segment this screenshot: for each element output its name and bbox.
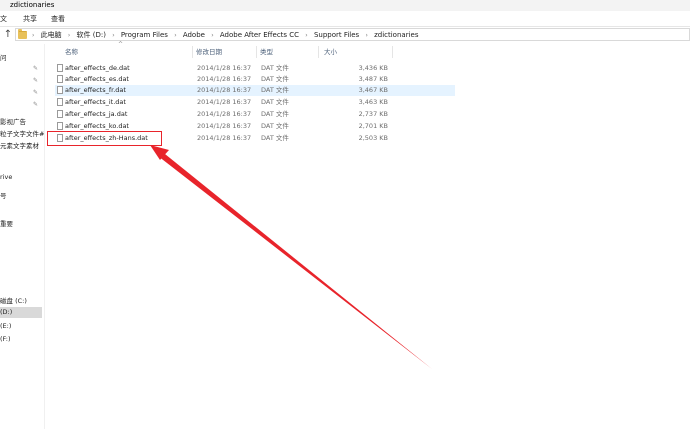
file-explorer-window: zdictionaries 文 共享 查看 ↑ › 此电脑 › 软件 (D:) … [0, 0, 690, 429]
annotation-arrow [150, 145, 432, 369]
annotation-arrow-shaft [158, 150, 432, 369]
